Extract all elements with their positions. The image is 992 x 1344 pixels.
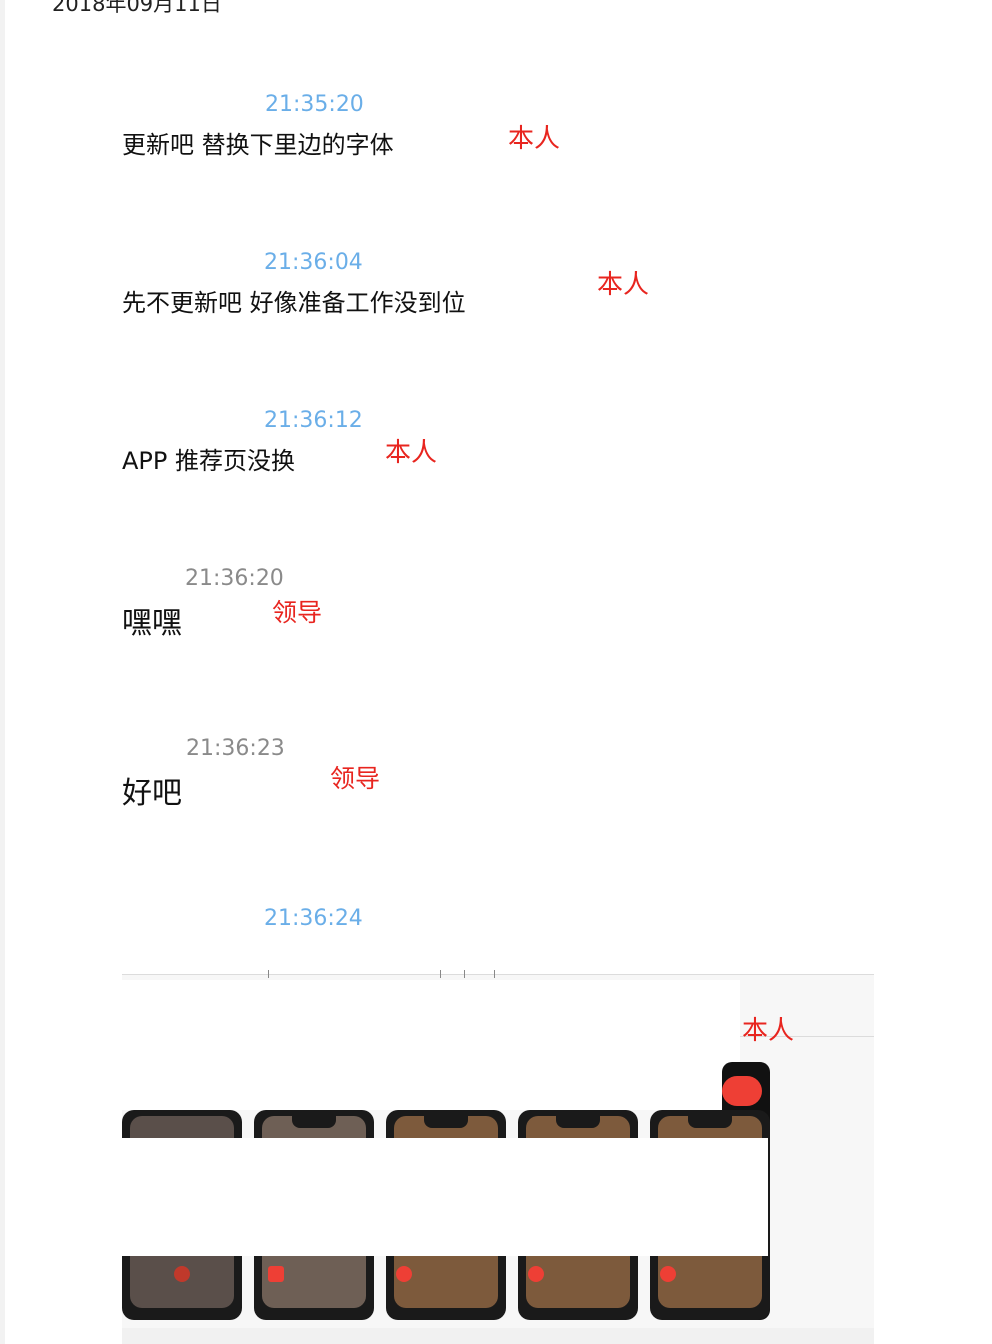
message-timestamp: 21:35:20 [265,92,364,117]
message-text: APP 推荐页没换 [122,447,295,475]
speaker-annotation: 本人 [742,1016,795,1046]
redacted-area [122,980,740,1110]
screenshot-footer [122,1328,874,1344]
speaker-annotation: 领导 [330,764,381,793]
speaker-annotation: 本人 [385,438,438,468]
window-left-edge [0,0,5,1344]
gift-icon [268,1266,284,1282]
record-icon [174,1266,190,1282]
heart-icon [396,1266,412,1282]
heart-icon [660,1266,676,1282]
message-timestamp: 21:36:20 [185,566,284,591]
message-timestamp: 21:36:24 [264,906,363,931]
date-header: 2018年09月11日 [52,0,222,16]
speaker-annotation: 领导 [272,598,323,627]
message-text: 好吧 [122,776,182,811]
redacted-area [122,1138,768,1256]
message-text: 更新吧 替换下里边的字体 [122,131,394,159]
speaker-annotation: 本人 [597,270,650,300]
message-timestamp: 21:36:04 [264,250,363,275]
message-timestamp: 21:36:23 [186,736,285,761]
screenshot-toolbar [122,940,874,978]
message-text: 嘿嘿 [122,606,182,641]
play-icon [528,1266,544,1282]
speaker-annotation: 本人 [508,124,561,154]
image-message[interactable] [122,940,874,1344]
red-button-shape [722,1076,762,1106]
message-timestamp: 21:36:12 [264,408,363,433]
message-text: 先不更新吧 好像准备工作没到位 [122,289,466,317]
